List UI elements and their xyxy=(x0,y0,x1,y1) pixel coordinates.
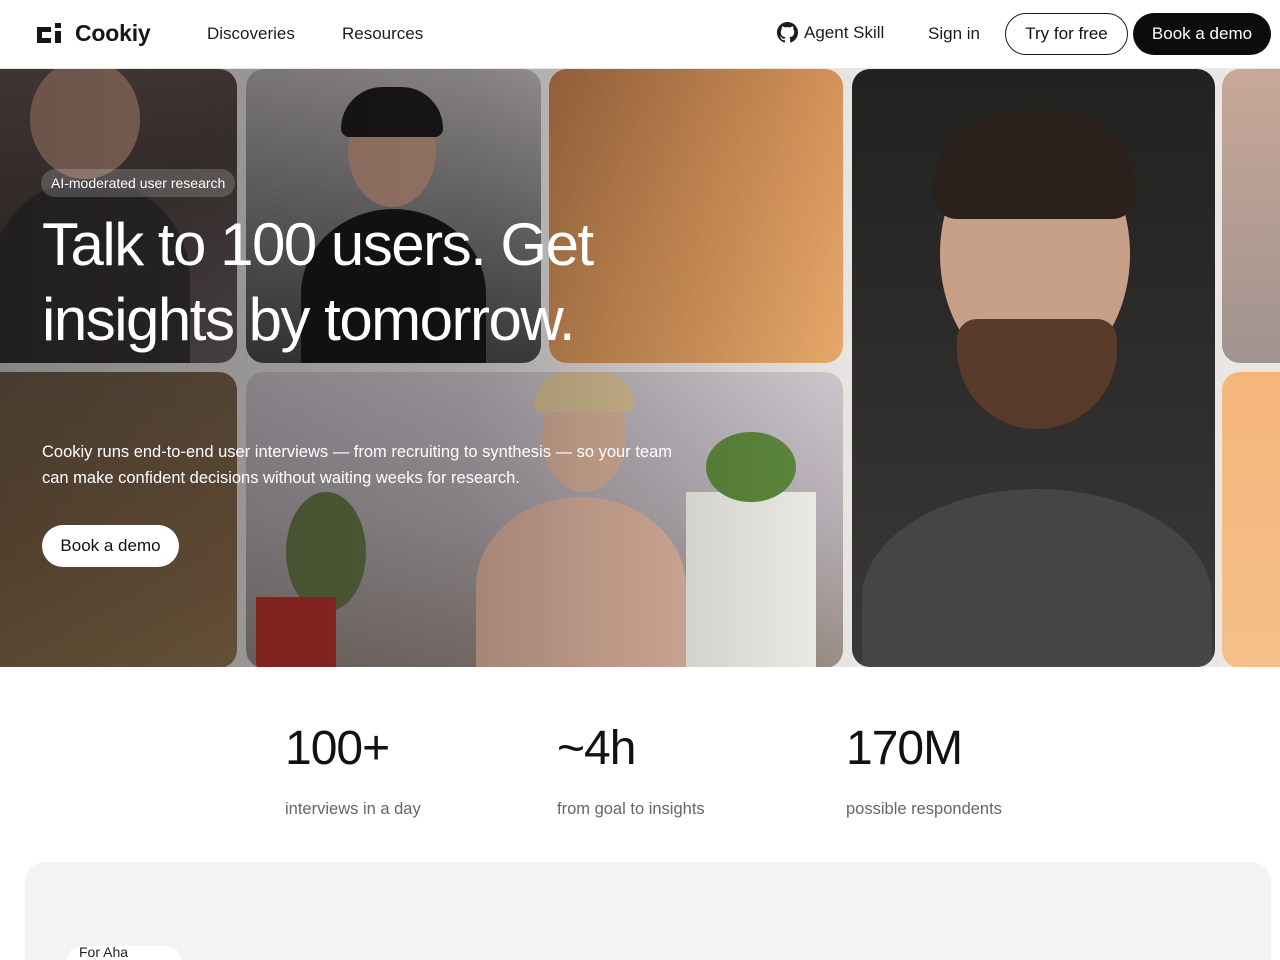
hero-subtext: Cookiy runs end-to-end user interviews —… xyxy=(42,443,672,487)
stat-value: 100+ xyxy=(285,722,390,775)
cookiy-logo-icon xyxy=(37,22,61,43)
book-demo-nav-button[interactable]: Book a demo xyxy=(1133,13,1271,55)
book-demo-hero-button[interactable]: Book a demo xyxy=(42,525,179,567)
interview-video-tile xyxy=(246,372,843,667)
stat-value: ~4h xyxy=(557,722,636,775)
nav-link-resources[interactable]: Resources xyxy=(342,24,423,44)
section-pill: For Aha moments xyxy=(67,946,181,960)
stat-interviews: 100+ interviews in a day xyxy=(285,721,421,819)
hero-headline: Talk to 100 users. Get insights by tomor… xyxy=(42,211,594,353)
feature-section: For Aha moments xyxy=(25,862,1271,960)
hero-badge: AI-moderated user research xyxy=(41,169,236,197)
try-for-free-button[interactable]: Try for free xyxy=(1005,13,1128,55)
sign-in-link[interactable]: Sign in xyxy=(928,24,980,44)
agent-skill-link[interactable]: Agent Skill xyxy=(777,22,884,43)
hero-section: AI-moderated user research Talk to 100 u… xyxy=(0,69,1280,667)
stat-value: 170M xyxy=(846,722,963,775)
interview-video-tile xyxy=(852,69,1215,667)
top-navigation: Cookiy Discoveries Resources Agent Skill… xyxy=(0,0,1280,69)
github-icon xyxy=(777,22,798,43)
nav-link-discoveries[interactable]: Discoveries xyxy=(207,24,295,44)
interview-video-tile xyxy=(1222,372,1280,667)
interview-video-tile xyxy=(0,372,237,667)
brand-name: Cookiy xyxy=(75,20,151,46)
stat-respondents: 170M possible respondents xyxy=(846,721,1002,819)
stat-label: interviews in a day xyxy=(285,800,421,818)
stat-label: from goal to insights xyxy=(557,800,705,818)
brand-logo[interactable]: Cookiy xyxy=(37,20,151,47)
agent-skill-label: Agent Skill xyxy=(804,22,885,42)
stat-label: possible respondents xyxy=(846,800,1002,818)
stat-turnaround: ~4h from goal to insights xyxy=(557,721,705,819)
interview-video-tile xyxy=(1222,69,1280,363)
